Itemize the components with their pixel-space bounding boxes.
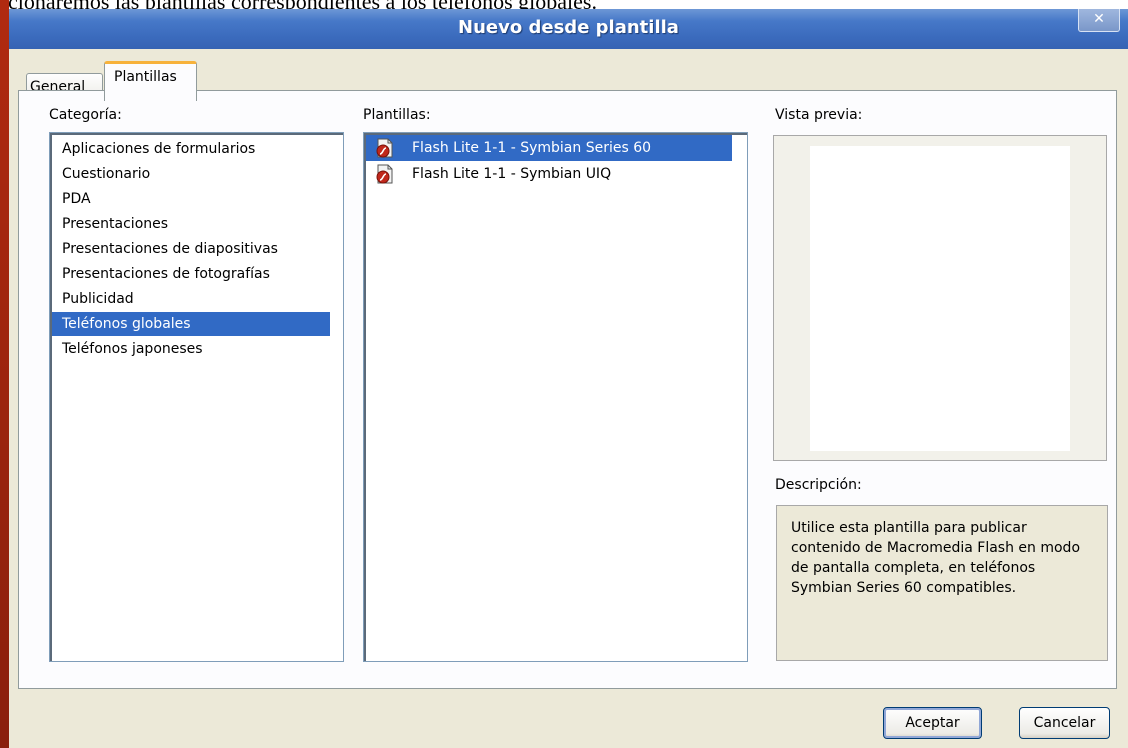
- template-item-selected[interactable]: Flash Lite 1-1 - Symbian Series 60: [366, 135, 732, 161]
- template-item-label: Flash Lite 1-1 - Symbian Series 60: [412, 140, 652, 156]
- descripcion-label: Descripción:: [775, 477, 862, 493]
- list-item[interactable]: Presentaciones de diapositivas: [62, 237, 332, 261]
- list-item[interactable]: Presentaciones: [62, 212, 332, 236]
- flash-document-icon: [376, 164, 393, 184]
- list-item-selected[interactable]: Teléfonos globales: [52, 312, 330, 336]
- close-button[interactable]: ✕: [1078, 9, 1120, 32]
- list-item[interactable]: Cuestionario: [62, 162, 332, 186]
- categoria-listbox[interactable]: Aplicaciones de formularios Cuestionario…: [49, 132, 344, 662]
- list-item[interactable]: Aplicaciones de formularios: [62, 137, 332, 161]
- vista-previa-label: Vista previa:: [775, 107, 863, 123]
- list-item[interactable]: Teléfonos japoneses: [62, 337, 332, 361]
- template-item-label: Flash Lite 1-1 - Symbian UIQ: [412, 166, 612, 182]
- categoria-label: Categoría:: [49, 107, 122, 123]
- list-item[interactable]: PDA: [62, 187, 332, 211]
- tab-plantillas[interactable]: Plantillas: [104, 61, 197, 101]
- list-item[interactable]: Presentaciones de fotografías: [62, 262, 332, 286]
- list-item[interactable]: Publicidad: [62, 287, 332, 311]
- preview-panel: [773, 135, 1107, 461]
- plantillas-listbox[interactable]: Flash Lite 1-1 - Symbian Series 60 Flash…: [363, 132, 748, 662]
- description-box: Utilice esta plantilla para publicar con…: [776, 505, 1108, 661]
- plantillas-tab-panel: Categoría: Aplicaciones de formularios C…: [18, 90, 1117, 689]
- new-from-template-dialog: Nuevo desde plantilla ✕ General Plantill…: [9, 9, 1128, 748]
- title-bar[interactable]: Nuevo desde plantilla ✕: [9, 9, 1128, 49]
- cancelar-button[interactable]: Cancelar: [1019, 707, 1110, 739]
- window-left-edge: [0, 0, 9, 748]
- flash-document-icon: [376, 138, 393, 158]
- window-title: Nuevo desde plantilla: [458, 17, 679, 38]
- template-item[interactable]: Flash Lite 1-1 - Symbian UIQ: [366, 161, 732, 187]
- plantillas-label: Plantillas:: [363, 107, 431, 123]
- preview-canvas: [810, 146, 1070, 451]
- aceptar-button[interactable]: Aceptar: [883, 707, 982, 739]
